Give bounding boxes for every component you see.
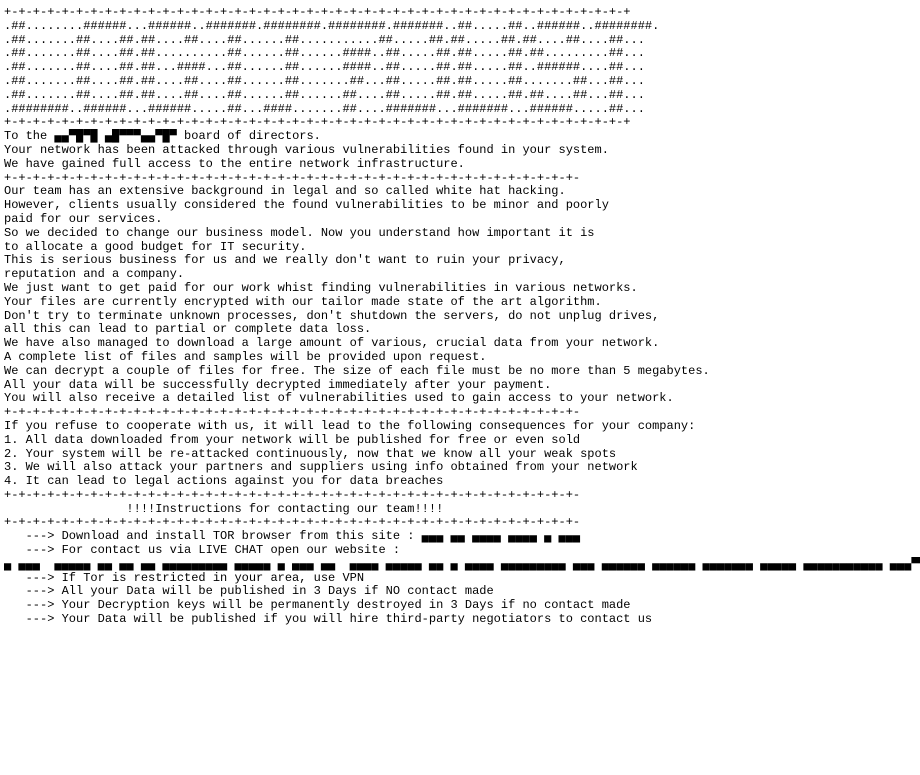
banner-line: .##........######...######..#######.####… <box>4 20 916 34</box>
body-line: However, clients usually considered the … <box>4 199 916 213</box>
body-line: +-+-+-+-+-+-+-+-+-+-+-+-+-+-+-+-+-+-+-+-… <box>4 406 916 420</box>
body-line: If you refuse to cooperate with us, it w… <box>4 420 916 434</box>
body-line: 1. All data downloaded from your network… <box>4 434 916 448</box>
tor-prefix: ---> Download and install TOR browser fr… <box>4 529 422 543</box>
body-line: All your data will be successfully decry… <box>4 379 916 393</box>
body-line: !!!!Instructions for contacting our team… <box>4 503 916 517</box>
body-line: all this can lead to partial or complete… <box>4 323 916 337</box>
instruction-line: ---> All your Data will be published in … <box>4 585 916 599</box>
body-line: We have gained full access to the entire… <box>4 158 916 172</box>
to-line: To the ▄▄▀█▀█ ▄█▀▀▀▄▄▀█▀ board of direct… <box>4 130 916 144</box>
tor-instruction-line: ---> Download and install TOR browser fr… <box>4 530 916 544</box>
body-line: This is serious business for us and we r… <box>4 254 916 268</box>
body-line: 3. We will also attack your partners and… <box>4 461 916 475</box>
to-prefix: To the <box>4 129 54 143</box>
banner-line: +-+-+-+-+-+-+-+-+-+-+-+-+-+-+-+-+-+-+-+-… <box>4 6 916 20</box>
body-line: Don't try to terminate unknown processes… <box>4 310 916 324</box>
body-line: We can decrypt a couple of files for fre… <box>4 365 916 379</box>
body-line: reputation and a company. <box>4 268 916 282</box>
redacted-onion-url: ▄ ▄▄▄ ▄▄▄▄▄ ▄▄ ▄▄ ▄▄ ▄▄▄▄▄▄▄▄▄ ▄▄▄▄▄ ▄ ▄… <box>4 558 911 572</box>
body-line: We just want to get paid for our work wh… <box>4 282 916 296</box>
body-line: Our team has an extensive background in … <box>4 185 916 199</box>
banner-line: .##.......##....##.##....##....##......#… <box>4 89 916 103</box>
redacted-onion-url: ▀▀ ▀▀▀▀▀▀ ▀▀ ▀▀▀▀▀▀ ▀ ▀▀ ▀▀▀▀▀▀ ▀▀▀ ▀▀▀▀… <box>911 558 920 572</box>
body-line: You will also receive a detailed list of… <box>4 392 916 406</box>
body-line: Your files are currently encrypted with … <box>4 296 916 310</box>
banner-line: +-+-+-+-+-+-+-+-+-+-+-+-+-+-+-+-+-+-+-+-… <box>4 116 916 130</box>
redacted-tor-url: ▄▄▄ ▄▄ ▄▄▄▄ ▄▄▄▄ ▄ ▄▄▄ <box>422 530 580 544</box>
to-suffix: board of directors. <box>177 129 321 143</box>
body-line: A complete list of files and samples wil… <box>4 351 916 365</box>
banner-line: .##.......##....##.##...####...##......#… <box>4 61 916 75</box>
body-line: We have also managed to download a large… <box>4 337 916 351</box>
body-line: Your network has been attacked through v… <box>4 144 916 158</box>
body-line: 4. It can lead to legal actions against … <box>4 475 916 489</box>
instruction-line: ---> If Tor is restricted in your area, … <box>4 572 916 586</box>
contact-line: ---> For contact us via LIVE CHAT open o… <box>4 544 916 558</box>
instruction-line: ---> Your Data will be published if you … <box>4 613 916 627</box>
body-line: paid for our services. <box>4 213 916 227</box>
instruction-line: ---> Your Decryption keys will be perman… <box>4 599 916 613</box>
banner-line: .##.......##....##.##....##....##......#… <box>4 34 916 48</box>
body-line: to allocate a good budget for IT securit… <box>4 241 916 255</box>
banner-line: .########..######...######.....##...####… <box>4 103 916 117</box>
body-line: 2. Your system will be re-attacked conti… <box>4 448 916 462</box>
banner-line: .##.......##....##.##....##....##......#… <box>4 75 916 89</box>
body-line: So we decided to change our business mod… <box>4 227 916 241</box>
body-line: +-+-+-+-+-+-+-+-+-+-+-+-+-+-+-+-+-+-+-+-… <box>4 516 916 530</box>
redacted-company: ▄▄▀█▀█ ▄█▀▀▀▄▄▀█▀ <box>54 130 176 144</box>
body-line: +-+-+-+-+-+-+-+-+-+-+-+-+-+-+-+-+-+-+-+-… <box>4 489 916 503</box>
ransom-note: +-+-+-+-+-+-+-+-+-+-+-+-+-+-+-+-+-+-+-+-… <box>0 0 920 633</box>
banner-line: .##.......##....##.##..........##......#… <box>4 47 916 61</box>
body-line: +-+-+-+-+-+-+-+-+-+-+-+-+-+-+-+-+-+-+-+-… <box>4 172 916 186</box>
